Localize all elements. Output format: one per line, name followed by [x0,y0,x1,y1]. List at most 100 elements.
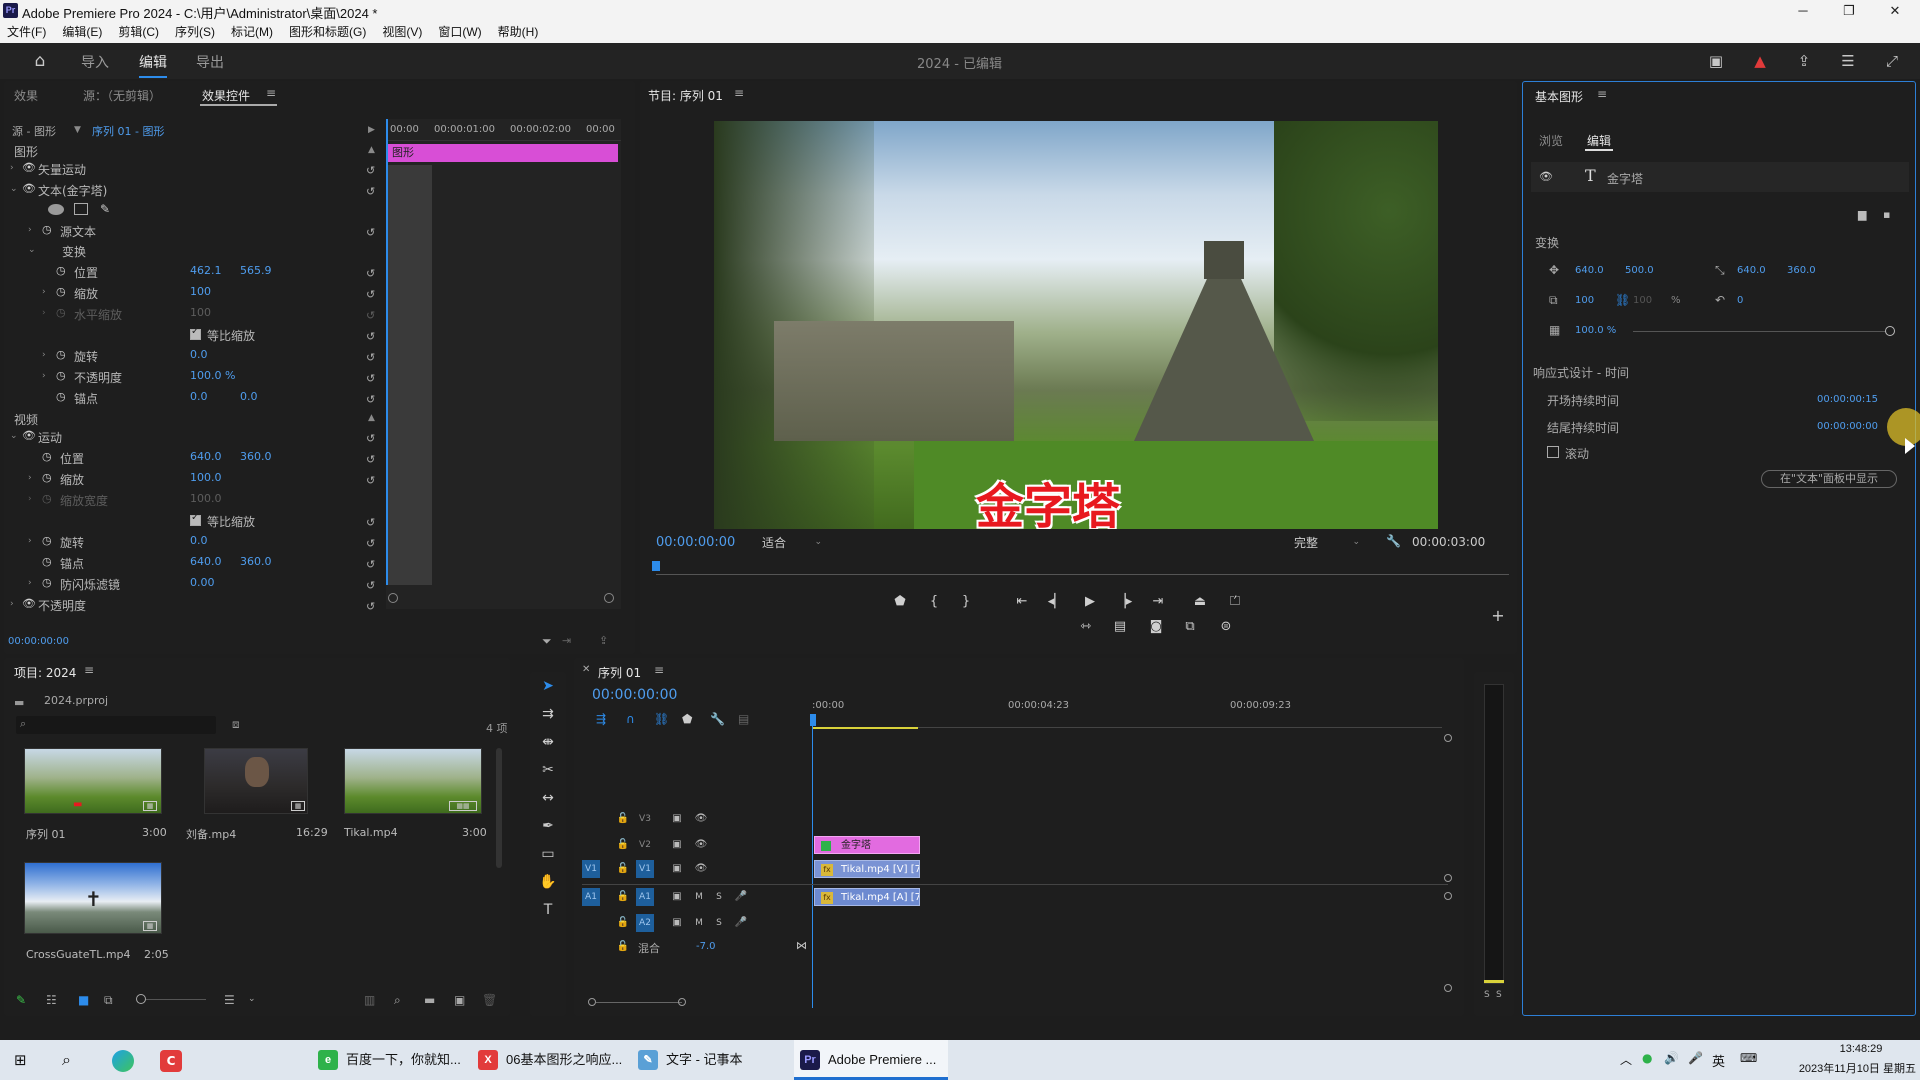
selection-tool-icon[interactable]: ➤ [538,676,558,696]
taskbar-app-browser[interactable]: e 百度一下，你就知... [312,1040,462,1080]
play-icon[interactable]: ▶ [1080,593,1100,611]
title-overlay-text[interactable]: 金字塔 [976,467,1120,529]
nest-icon[interactable]: ⇶ [596,712,606,726]
eye-icon[interactable]: 👁 [692,860,710,878]
lock-icon[interactable]: 🔓 [614,888,632,906]
reset-icon[interactable]: ↺ [366,164,378,177]
sync-lock-icon[interactable]: ▣ [668,810,686,828]
intro-duration-value[interactable]: 00:00:00:15 [1817,394,1878,405]
eg-position-x[interactable]: 640.0 [1575,265,1604,276]
panel-menu-icon[interactable]: ≡ [654,663,664,677]
graphic-clip-bar[interactable]: 图形 [388,144,618,162]
reset-icon[interactable]: ↺ [366,453,378,466]
timeline-ruler[interactable] [812,714,1442,728]
quick-export-icon[interactable]: ▣ [1706,51,1726,71]
meter-solo-right[interactable]: S [1496,990,1502,1000]
stopwatch-icon[interactable]: ◷ [42,471,52,484]
home-icon[interactable]: ⌂ [30,51,50,71]
chevron-right-icon[interactable]: › [28,536,32,546]
playhead-marker[interactable] [652,561,660,571]
hand-tool-icon[interactable]: ✋ [538,872,558,892]
project-scrollbar[interactable] [496,748,502,868]
reset-icon[interactable]: ↺ [366,226,378,239]
tab-browse[interactable]: 浏览 [1539,132,1563,149]
lift-icon[interactable]: ⏏ [1190,593,1210,611]
solo-button[interactable]: S [710,914,728,932]
uniform-scale-checkbox[interactable] [190,512,201,526]
sort-icon[interactable]: ☰ [224,993,235,1007]
stopwatch-icon[interactable]: ◷ [56,285,66,298]
chevron-down-icon[interactable]: ⌄ [10,184,18,194]
program-timecode[interactable]: 00:00:00:00 [656,535,735,550]
add-button-icon[interactable]: + [1488,607,1508,625]
mute-button[interactable]: M [690,888,708,906]
item-name[interactable]: CrossGuateTL.mp4 [26,948,131,961]
track-select-tool-icon[interactable]: ⇉ [538,704,558,724]
menu-clip[interactable]: 剪辑(C) [111,21,168,43]
eye-icon[interactable]: 👁 [692,836,710,854]
snap-icon[interactable]: ∩ [626,712,635,726]
tab-effects[interactable]: 效果 [14,87,38,104]
menu-sequence[interactable]: 序列(S) [168,21,224,43]
source-patch-v1[interactable]: V1 [582,860,600,878]
clip-title-graphic[interactable]: 金字塔 [814,836,920,854]
insert-icon[interactable]: ⧉ [1180,618,1200,636]
settings-wrench-icon[interactable]: 🔧 [1386,534,1401,548]
sync-lock-icon[interactable]: ▣ [668,860,686,878]
share-icon[interactable]: ⇪ [1794,51,1814,71]
stopwatch-icon[interactable]: ◷ [56,264,66,277]
h-scroll-bar[interactable] [596,1002,682,1003]
reset-icon[interactable]: ↺ [366,393,378,406]
camera-icon[interactable]: ◙ [1146,618,1166,636]
stopwatch-icon[interactable]: ◷ [42,576,52,589]
opacity-slider-thumb[interactable] [1885,326,1895,336]
tray-chevron-icon[interactable]: ︿ [1620,1051,1632,1068]
link-scale-icon[interactable]: ⛓ [1615,293,1630,307]
reset-icon[interactable]: ↺ [366,579,378,592]
chevron-down-icon[interactable]: ⌄ [10,431,18,441]
chevron-right-icon[interactable]: › [10,599,14,609]
mix-value[interactable]: -7.0 [696,941,716,952]
close-tab-icon[interactable]: ✕ [582,664,590,675]
volume-icon[interactable]: 🔊 [1664,1051,1679,1065]
track-a2[interactable]: 🔓 A2 ▣ M S 🎤 [582,914,804,936]
reset-icon[interactable]: ↺ [366,558,378,571]
stopwatch-icon[interactable]: ◷ [42,450,52,463]
track-v3[interactable]: 🔓 V3 ▣ 👁 [582,810,804,830]
motion-anchor-x[interactable]: 640.0 [190,555,222,568]
effect-timecode[interactable]: 00:00:00:00 [8,636,69,647]
zoom-slider-track[interactable] [146,999,206,1000]
step-forward-icon[interactable]: ▕▸ [1114,593,1134,611]
freeform-view-icon[interactable]: ⧉ [104,993,113,1008]
eg-position-y[interactable]: 500.0 [1625,265,1654,276]
menu-window[interactable]: 窗口(W) [431,21,490,43]
tab-effect-controls[interactable]: 效果控件 [202,87,250,104]
reset-icon[interactable]: ↺ [366,185,378,198]
restore-icon[interactable]: ❐ [1826,0,1872,21]
effect-vector-motion[interactable]: 矢量运动 [38,161,86,178]
settings-wrench-icon[interactable]: 🔧 [710,712,725,726]
stopwatch-icon[interactable]: ◷ [56,369,66,382]
eg-opacity[interactable]: 100.0 % [1575,325,1616,336]
tab-edit[interactable]: 编辑 [139,52,167,78]
menu-marker[interactable]: 标记(M) [224,21,282,43]
program-monitor-title[interactable]: 节目: 序列 01 [648,87,723,104]
solo-button[interactable]: S [710,888,728,906]
eye-icon[interactable]: 👁 [22,429,36,442]
clock-date[interactable]: 2023年11月10日 星期五 [1776,1060,1916,1076]
panel-menu-icon[interactable]: ≡ [84,663,94,677]
show-in-text-panel-button[interactable]: 在"文本"面板中显示 [1761,470,1897,488]
eg-anchor-x[interactable]: 640.0 [1737,265,1766,276]
position-x-value[interactable]: 462.1 [190,264,222,277]
project-search-input[interactable]: ⌕ [16,716,216,734]
chevron-down-icon[interactable]: ⌄ [28,245,36,255]
thumb-sequence01[interactable]: ▬ ▦ [24,748,162,814]
go-to-out-icon[interactable]: ⇥ [1148,593,1168,611]
stopwatch-icon[interactable]: ◷ [42,555,52,568]
microphone-icon[interactable]: 🎤 [732,888,750,906]
marker-icon[interactable]: ⬟ [890,593,910,611]
ripple-edit-tool-icon[interactable]: ⇼ [538,732,558,752]
motion-rotation-value[interactable]: 0.0 [190,534,208,547]
edge-browser-icon[interactable] [112,1050,134,1072]
track-v2[interactable]: 🔓 V2 ▣ 👁 [582,836,804,856]
